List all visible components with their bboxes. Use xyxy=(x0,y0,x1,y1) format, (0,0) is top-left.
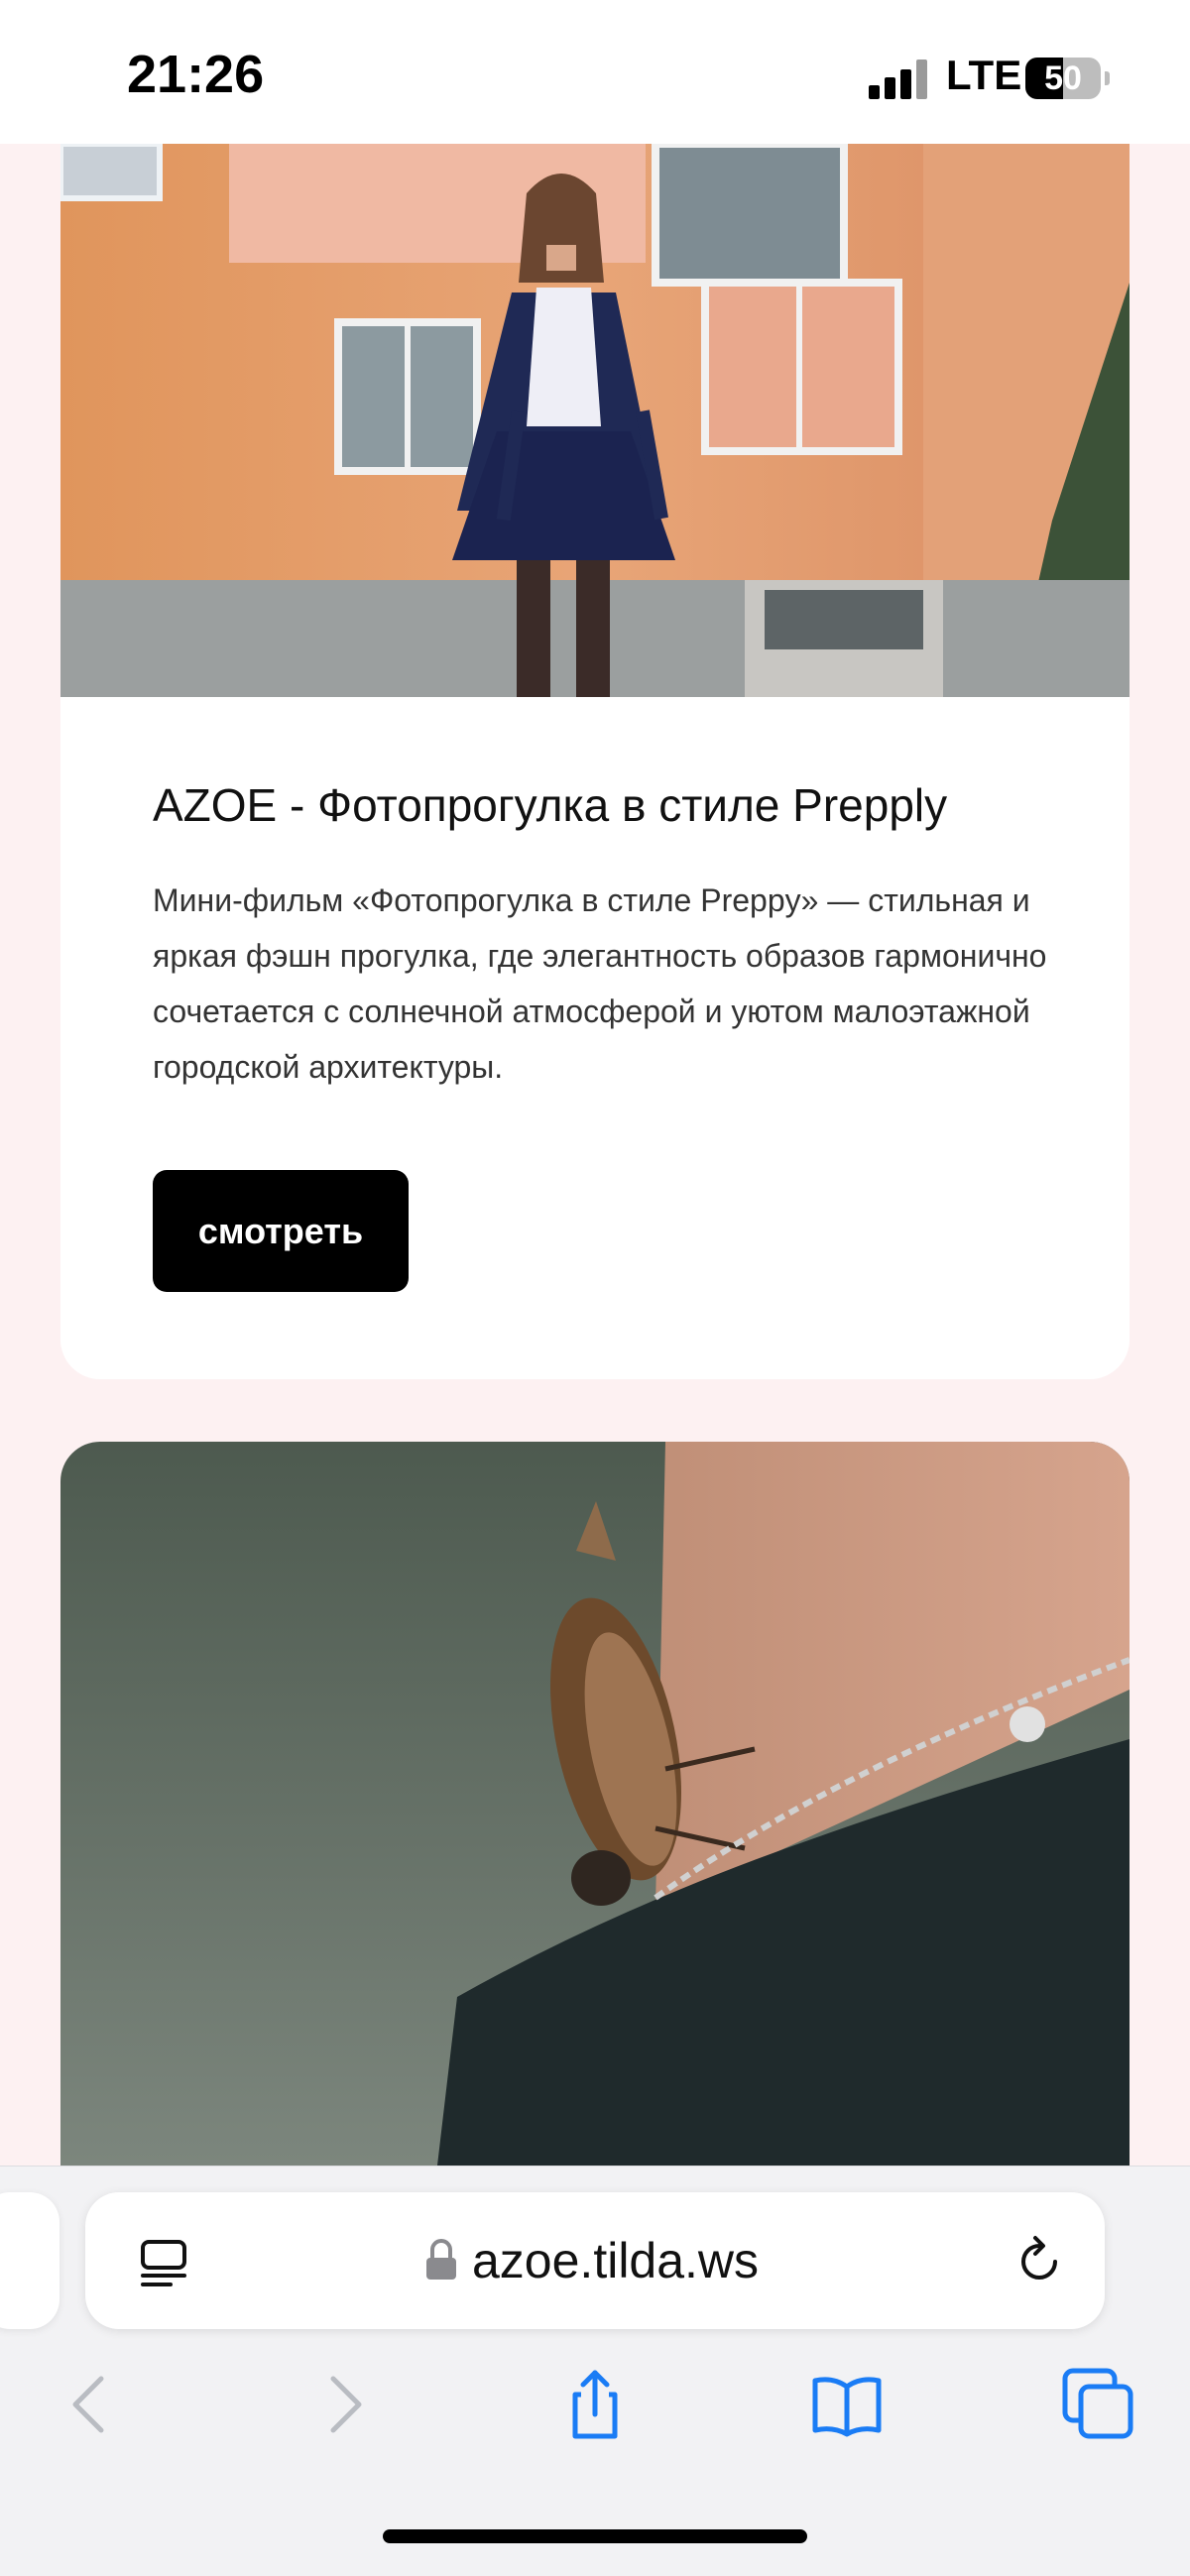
cellular-signal-icon xyxy=(869,59,930,99)
reload-icon[interactable] xyxy=(1012,2234,1067,2289)
browser-toolbar: azoe.tilda.ws xyxy=(0,2166,1190,2576)
card-description: Мини-фильм «Фотопрогулка в стиле Preppy»… xyxy=(153,882,1047,1085)
status-time: 21:26 xyxy=(127,45,265,104)
address-text: azoe.tilda.ws xyxy=(472,2233,760,2288)
card1-photo xyxy=(60,144,1130,697)
card2-photo xyxy=(60,1442,1130,2166)
back-icon[interactable] xyxy=(50,2365,129,2444)
network-type: LTE xyxy=(946,52,1022,98)
battery-level: 50 xyxy=(1044,59,1082,97)
status-bar: 21:26 LTE 50 xyxy=(0,0,1190,144)
card1-body: AZOE - Фотопрогулка в стиле Prepply Мини… xyxy=(60,697,1130,1379)
page-menu-icon[interactable] xyxy=(137,2236,190,2289)
tabs-icon[interactable] xyxy=(1059,2365,1138,2444)
address-bar[interactable]: azoe.tilda.ws xyxy=(85,2192,1105,2329)
share-icon[interactable] xyxy=(555,2365,635,2444)
battery-tip xyxy=(1105,71,1110,85)
card-title: AZOE - Фотопрогулка в стиле Prepply xyxy=(153,779,948,831)
forward-icon[interactable] xyxy=(305,2365,385,2444)
watch-button[interactable]: смотреть xyxy=(153,1170,409,1292)
lock-icon xyxy=(426,2239,456,2280)
previous-tab-preview[interactable] xyxy=(0,2192,60,2329)
home-indicator xyxy=(383,2529,807,2543)
bookmarks-icon[interactable] xyxy=(807,2365,887,2444)
battery-icon: 50 xyxy=(1025,58,1101,99)
